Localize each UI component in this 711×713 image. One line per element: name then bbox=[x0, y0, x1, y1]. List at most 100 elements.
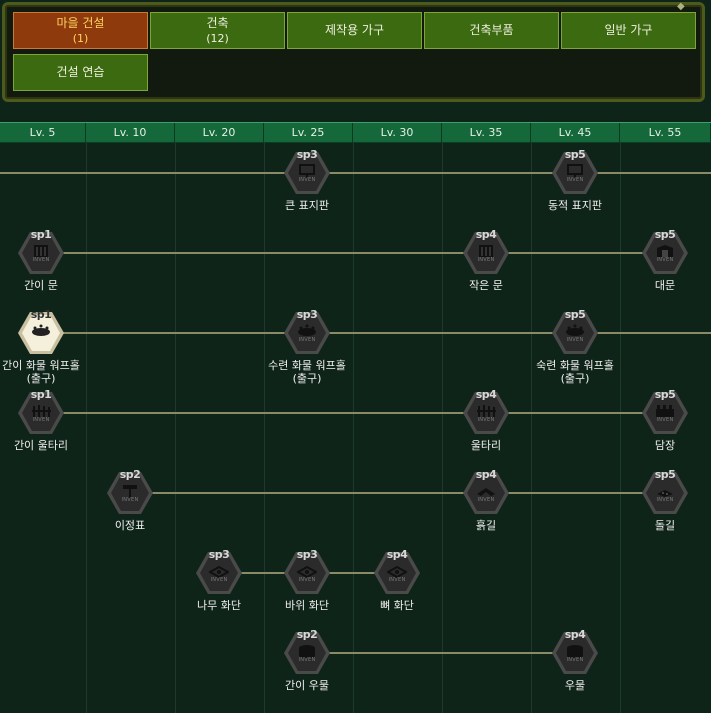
skill-name: 흙길 bbox=[475, 519, 497, 532]
category-tab-0[interactable]: 마을 건설 (1) bbox=[13, 12, 148, 49]
skill-connector-line bbox=[130, 492, 665, 494]
skill-sp-cost: sp4 bbox=[475, 228, 497, 241]
skill-name-label: 수련 화물 워프홀 (출구) bbox=[247, 359, 367, 385]
skill-name-label: 울타리 bbox=[426, 439, 546, 452]
skill-node[interactable]: sp4 INVEN bbox=[462, 228, 510, 277]
skill-watermark: INVEN bbox=[477, 257, 495, 263]
skill-watermark: INVEN bbox=[121, 497, 139, 503]
skill-node[interactable]: sp4 INVEN bbox=[462, 468, 510, 517]
skill-name: 간이 문 bbox=[24, 279, 58, 292]
skill-node[interactable]: sp3 INVEN bbox=[195, 548, 243, 597]
skill-connector-line bbox=[0, 172, 711, 174]
skill-watermark: INVEN bbox=[298, 657, 316, 663]
skill-node[interactable]: sp2 INVEN bbox=[283, 628, 331, 677]
skill-name-sub: (출구) bbox=[292, 372, 322, 385]
skill-node[interactable]: sp5 INVEN bbox=[641, 388, 689, 437]
skill-node[interactable]: sp5 INVEN bbox=[641, 228, 689, 277]
skill-node[interactable]: sp3 INVEN bbox=[283, 548, 331, 597]
skill-name-label: 작은 문 bbox=[426, 279, 546, 292]
skill-node[interactable]: sp4 INVEN bbox=[373, 548, 421, 597]
skill-name-label: 간이 화물 워프홀 (출구) bbox=[0, 359, 101, 385]
skill-name-label: 간이 문 bbox=[0, 279, 101, 292]
level-header-cell: Lv. 55 bbox=[620, 123, 711, 142]
skill-name: 대문 bbox=[654, 279, 676, 292]
skill-sp-cost: sp5 bbox=[564, 308, 586, 321]
skill-name: 간이 우물 bbox=[285, 679, 329, 692]
skill-watermark: INVEN bbox=[298, 337, 316, 343]
skill-node[interactable]: sp1 bbox=[17, 308, 65, 357]
skill-watermark: INVEN bbox=[566, 177, 584, 183]
skill-node[interactable]: sp4 INVEN bbox=[551, 628, 599, 677]
skill-watermark: INVEN bbox=[210, 577, 228, 583]
skill-sp-cost: sp2 bbox=[119, 468, 141, 481]
skill-watermark: INVEN bbox=[656, 497, 674, 503]
skill-name-label: 간이 우물 bbox=[247, 679, 367, 692]
skill-name-label: 이정표 bbox=[70, 519, 190, 532]
skill-node[interactable]: sp4 INVEN bbox=[462, 388, 510, 437]
skill-node[interactable]: sp1 INVEN bbox=[17, 228, 65, 277]
door-icon bbox=[34, 245, 48, 257]
category-tab-4[interactable]: 일반 가구 bbox=[561, 12, 696, 49]
category-tab-2[interactable]: 제작용 가구 bbox=[287, 12, 422, 49]
skill-watermark: INVEN bbox=[566, 657, 584, 663]
panel-corner-icon: ◆ bbox=[677, 1, 685, 12]
door-icon bbox=[479, 245, 493, 257]
category-tab-label: 건축 bbox=[206, 15, 229, 30]
skill-name-label: 간이 울타리 bbox=[0, 439, 101, 452]
skill-sp-cost: sp4 bbox=[386, 548, 408, 561]
column-divider bbox=[353, 143, 354, 713]
skill-name: 울타리 bbox=[470, 439, 502, 452]
level-header-cell: Lv. 45 bbox=[531, 123, 620, 142]
skill-node[interactable]: sp1 INVEN bbox=[17, 388, 65, 437]
skill-connector-line bbox=[41, 252, 665, 254]
category-tab-1[interactable]: 건축 (12) bbox=[150, 12, 285, 49]
column-divider bbox=[86, 143, 87, 713]
skill-watermark: INVEN bbox=[298, 577, 316, 583]
level-header-cell: Lv. 20 bbox=[175, 123, 264, 142]
skill-name: 이정표 bbox=[114, 519, 146, 532]
column-divider bbox=[531, 143, 532, 713]
skill-name: 동적 표지판 bbox=[547, 199, 603, 212]
category-tab-label: 제작용 가구 bbox=[324, 23, 384, 37]
skill-name: 간이 화물 워프홀 bbox=[2, 359, 80, 372]
category-tab-label: 마을 건설 bbox=[56, 15, 105, 30]
level-header-cell: Lv. 30 bbox=[353, 123, 442, 142]
skill-node[interactable]: sp3 INVEN bbox=[283, 148, 331, 197]
skill-sp-cost: sp3 bbox=[296, 308, 318, 321]
skill-watermark: INVEN bbox=[388, 577, 406, 583]
skill-node[interactable]: sp5 INVEN bbox=[551, 148, 599, 197]
skill-sp-cost: sp3 bbox=[208, 548, 230, 561]
wall-icon bbox=[656, 405, 674, 417]
skill-sp-cost: sp4 bbox=[475, 388, 497, 401]
skill-watermark: INVEN bbox=[477, 497, 495, 503]
skill-name-sub: (출구) bbox=[26, 372, 56, 385]
skill-name-label: 동적 표지판 bbox=[515, 199, 635, 212]
skill-name-label: 숙련 화물 워프홀 (출구) bbox=[515, 359, 635, 385]
level-header-cell: Lv. 5 bbox=[0, 123, 86, 142]
category-tab-label: 일반 가구 bbox=[604, 23, 653, 37]
skill-node[interactable]: sp2 INVEN bbox=[106, 468, 154, 517]
skill-connector-line bbox=[41, 332, 711, 334]
skill-tree-grid: sp3 INVEN 큰 표지판 sp5 INVEN 동적 표지판 sp1 INVEN 간이 … bbox=[0, 143, 711, 713]
skill-node[interactable]: sp3 INVEN bbox=[283, 308, 331, 357]
skill-watermark: INVEN bbox=[656, 417, 674, 423]
skill-name-label: 담장 bbox=[605, 439, 711, 452]
skill-name: 담장 bbox=[654, 439, 676, 452]
skill-node[interactable]: sp5 INVEN bbox=[551, 308, 599, 357]
skill-connector-line bbox=[41, 412, 665, 414]
category-tab-3[interactable]: 건축부품 bbox=[424, 12, 559, 49]
category-tab-5[interactable]: 건설 연습 bbox=[13, 54, 148, 91]
skill-name: 수련 화물 워프홀 bbox=[268, 359, 346, 372]
level-header-cell: Lv. 10 bbox=[86, 123, 175, 142]
category-tab-label: 건설 연습 bbox=[56, 65, 105, 79]
skill-node[interactable]: sp5 INVEN bbox=[641, 468, 689, 517]
category-tab-count: (12) bbox=[206, 31, 229, 45]
skill-name: 작은 문 bbox=[469, 279, 503, 292]
skill-sp-cost: sp3 bbox=[296, 148, 318, 161]
skill-watermark: INVEN bbox=[566, 337, 584, 343]
skill-sp-cost: sp5 bbox=[654, 228, 676, 241]
skill-watermark: INVEN bbox=[656, 257, 674, 263]
skill-name: 숙련 화물 워프홀 bbox=[536, 359, 614, 372]
column-divider bbox=[442, 143, 443, 713]
skill-name-label: 대문 bbox=[605, 279, 711, 292]
